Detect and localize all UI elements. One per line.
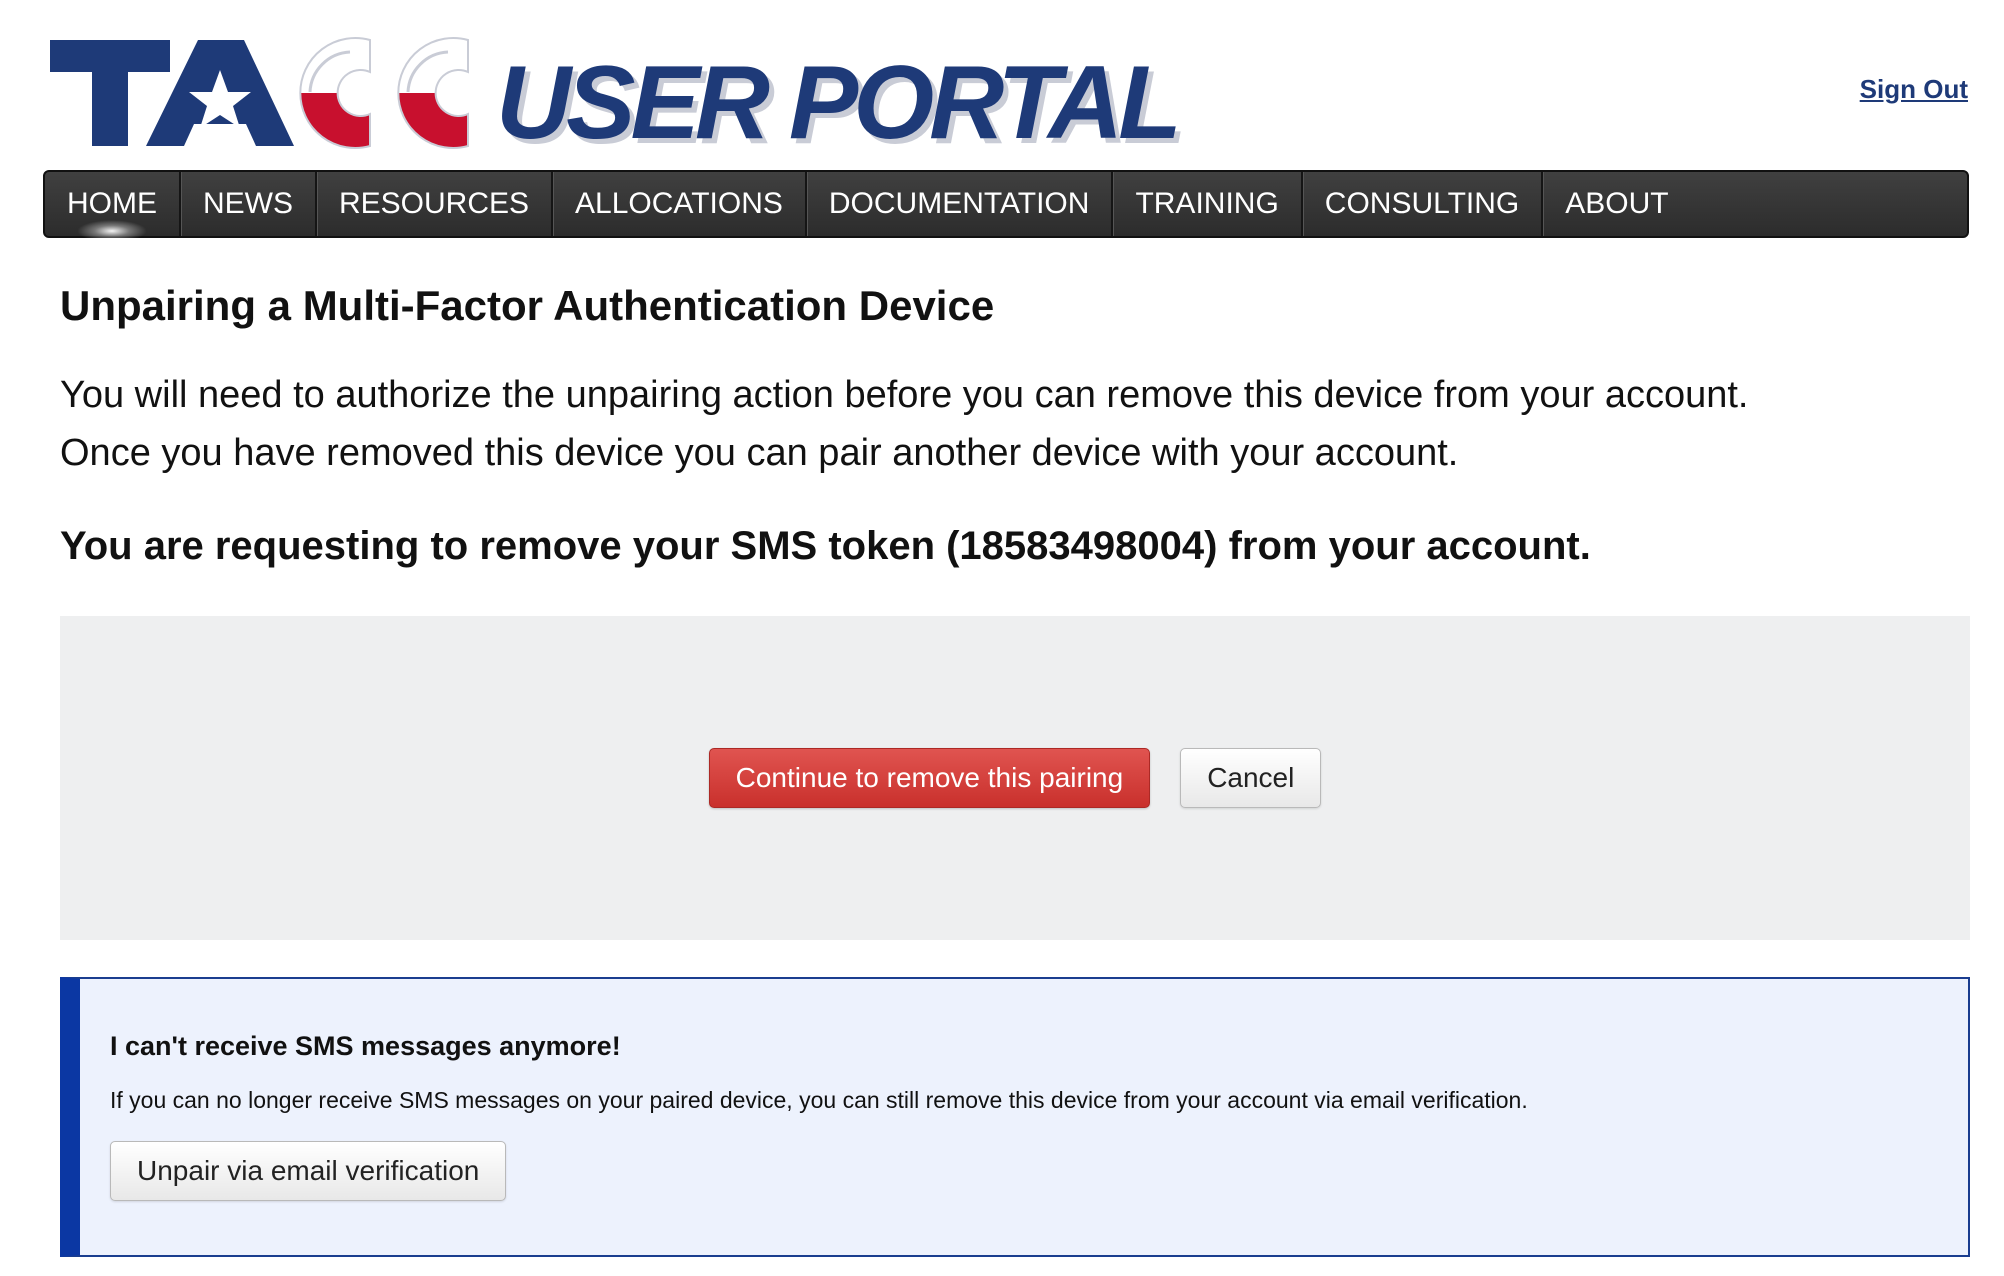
nav-item-consulting[interactable]: CONSULTING — [1303, 172, 1544, 236]
logo-user-portal-text: USER PORTAL — [496, 45, 1177, 160]
intro-line-1: You will need to authorize the unpairing… — [60, 374, 1749, 416]
nav-item-documentation[interactable]: DOCUMENTATION — [807, 172, 1114, 236]
nav-item-home[interactable]: HOME — [45, 172, 181, 236]
cancel-button[interactable]: Cancel — [1180, 748, 1322, 808]
intro-line-2: Once you have removed this device you ca… — [60, 432, 1459, 474]
nav-item-news[interactable]: NEWS — [181, 172, 317, 236]
page: USER PORTAL USER PORTAL Sign Out HOME NE… — [0, 0, 2004, 1276]
request-summary: You are requesting to remove your SMS to… — [60, 524, 1591, 568]
unpair-via-email-button[interactable]: Unpair via email verification — [110, 1141, 507, 1201]
sms-help-title: I can't receive SMS messages anymore! — [110, 1031, 621, 1061]
sign-out-link[interactable]: Sign Out — [1860, 74, 1968, 105]
continue-remove-pairing-button[interactable]: Continue to remove this pairing — [708, 748, 1151, 808]
header: USER PORTAL USER PORTAL Sign Out — [48, 32, 1968, 160]
main-nav: HOME NEWS RESOURCES ALLOCATIONS DOCUMENT… — [43, 170, 1969, 238]
tacc-user-portal-logo[interactable]: USER PORTAL USER PORTAL — [48, 32, 1238, 160]
page-title: Unpairing a Multi-Factor Authentication … — [60, 282, 995, 329]
sms-help-description: If you can no longer receive SMS message… — [110, 1087, 1528, 1113]
sms-help-box: I can't receive SMS messages anymore! If… — [60, 977, 1970, 1257]
logo-letter-t — [50, 40, 170, 146]
nav-item-resources[interactable]: RESOURCES — [317, 172, 554, 236]
intro-text: You will need to authorize the unpairing… — [60, 366, 1960, 482]
nav-item-about[interactable]: ABOUT — [1543, 172, 1690, 236]
nav-item-allocations[interactable]: ALLOCATIONS — [553, 172, 807, 236]
nav-item-training[interactable]: TRAINING — [1113, 172, 1303, 236]
action-panel: Continue to remove this pairing Cancel — [60, 616, 1970, 940]
